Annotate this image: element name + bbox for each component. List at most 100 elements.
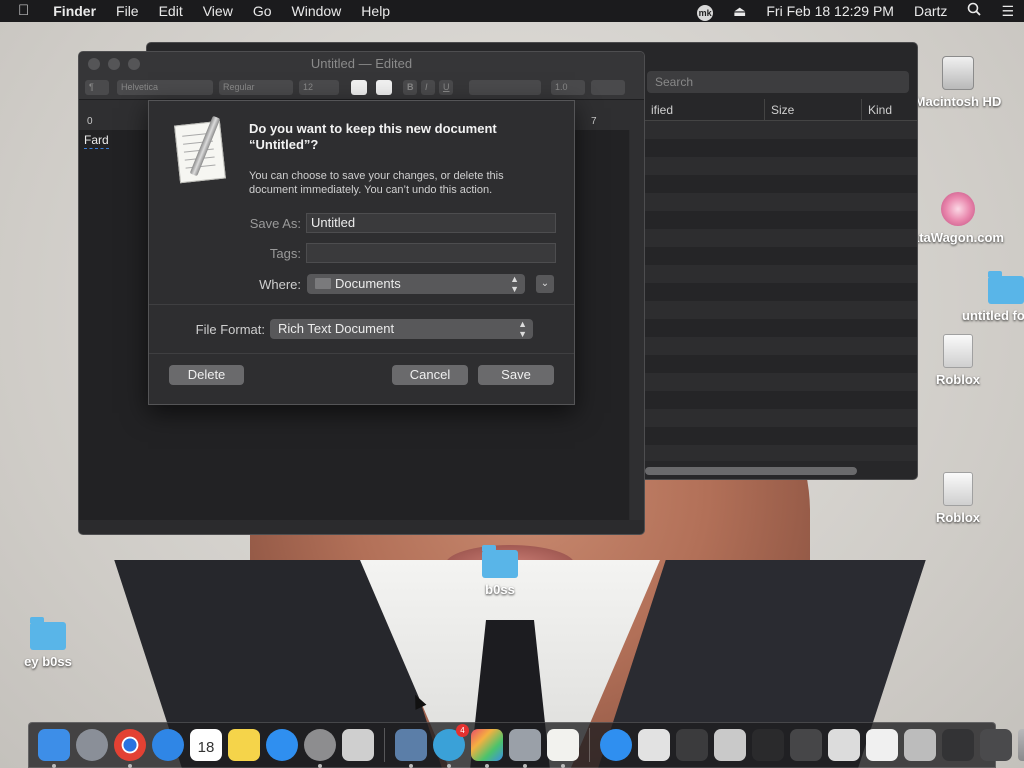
system-preferences-icon[interactable] <box>304 729 336 768</box>
launchpad-icon[interactable] <box>76 729 108 761</box>
save-changes-sheet: Do you want to keep this new document “U… <box>148 100 575 405</box>
calendar-icon[interactable]: 18 <box>190 729 222 761</box>
window-thumb-icon[interactable] <box>790 729 822 761</box>
alignment-buttons[interactable] <box>469 80 541 95</box>
menu-edit[interactable]: Edit <box>149 0 193 22</box>
spotlight-search-icon[interactable] <box>957 0 991 22</box>
background-color-well[interactable] <box>376 80 392 95</box>
file-format-value: Rich Text Document <box>278 321 395 336</box>
mk-app-icon[interactable]: 4 <box>433 724 469 768</box>
text-color-well[interactable] <box>351 80 367 95</box>
italic-button[interactable]: I <box>421 80 435 95</box>
notification-badge: 4 <box>456 724 469 737</box>
photo-thumb-icon[interactable] <box>714 729 746 761</box>
menu-file[interactable]: File <box>106 0 149 22</box>
drive-icon <box>943 334 973 368</box>
finder-file-list[interactable] <box>645 121 917 461</box>
notification-center-icon[interactable]: ☰ <box>991 0 1024 22</box>
tags-field[interactable] <box>306 243 556 263</box>
chrome-icon[interactable] <box>114 729 146 768</box>
menu-view[interactable]: View <box>193 0 243 22</box>
window-thumb-icon[interactable] <box>752 729 784 761</box>
running-indicator <box>128 764 132 768</box>
sheet-description: You can choose to save your changes, or … <box>249 170 504 196</box>
window-thumb-icon[interactable] <box>828 729 860 761</box>
window-thumb-icon[interactable] <box>980 729 1012 761</box>
safari-icon[interactable] <box>152 729 184 761</box>
desktop-icon-b0ss[interactable]: b0ss <box>440 545 560 597</box>
color-picker-icon[interactable] <box>471 729 503 768</box>
dock-separator <box>589 728 590 762</box>
font-family-popup[interactable]: Helvetica <box>117 80 213 95</box>
menu-user[interactable]: Dartz <box>904 0 957 22</box>
where-popup[interactable]: Documents ▲ ▼ <box>307 274 525 294</box>
window-thumb-icon[interactable] <box>676 729 708 761</box>
save-as-field[interactable]: Untitled <box>306 213 556 233</box>
finder-horizontal-scrollbar[interactable] <box>645 467 857 475</box>
textedit-vertical-scrollbar[interactable] <box>630 130 644 520</box>
menu-window[interactable]: Window <box>282 0 352 22</box>
delete-button[interactable]: Delete <box>169 365 244 385</box>
desktop-icon-ey-b0ss[interactable]: ey b0ss <box>0 617 108 669</box>
menu-app-name[interactable]: Finder <box>43 0 106 22</box>
bold-button[interactable]: B <box>403 80 417 95</box>
underline-button[interactable]: U <box>439 80 453 95</box>
column-size[interactable]: Size <box>765 99 862 120</box>
menu-help[interactable]: Help <box>351 0 400 22</box>
notes-icon[interactable] <box>228 729 260 761</box>
mk-status-icon[interactable]: mk <box>687 0 723 22</box>
folder-icon <box>315 278 331 289</box>
running-indicator <box>447 764 451 768</box>
menu-clock[interactable]: Fri Feb 18 12:29 PM <box>756 0 904 22</box>
textedit-icon[interactable] <box>547 729 579 768</box>
file-format-popup[interactable]: Rich Text Document ▲ ▼ <box>270 319 533 339</box>
apple-menu-icon[interactable]:  <box>0 0 43 22</box>
mk-badge: mk <box>697 5 714 21</box>
desktop-icon-label: b0ss <box>485 582 515 597</box>
folder-icon <box>30 617 66 650</box>
document-thumb-icon[interactable] <box>638 729 670 761</box>
folder-icon <box>482 545 518 578</box>
column-date-modified[interactable]: ified <box>645 99 765 120</box>
list-bullets-popup[interactable] <box>591 80 625 95</box>
running-indicator <box>485 764 489 768</box>
desktop-icon-roblox-2[interactable]: Roblox <box>898 472 1018 525</box>
column-kind[interactable]: Kind <box>862 99 917 120</box>
window-thumb-icon[interactable] <box>904 729 936 761</box>
line-spacing-popup[interactable]: 1.0 <box>551 80 585 95</box>
eject-icon[interactable]: ⏏ <box>723 0 756 22</box>
app-store-icon[interactable] <box>266 729 298 761</box>
desktop-icon-untitled-folder[interactable]: untitled fo <box>946 271 1024 323</box>
tags-label: Tags: <box>269 246 301 261</box>
document-text[interactable]: Fard <box>84 133 109 149</box>
roblox-icon[interactable] <box>342 729 374 761</box>
preview-icon[interactable] <box>395 729 427 768</box>
textedit-titlebar[interactable]: Untitled — Edited <box>79 52 644 76</box>
utilities-icon[interactable] <box>509 729 541 768</box>
font-style-popup[interactable]: Regular <box>219 80 293 95</box>
hard-drive-icon <box>942 56 974 90</box>
paragraph-styles-popup[interactable]: ¶ <box>85 80 109 95</box>
window-thumb-icon[interactable] <box>866 729 898 761</box>
finder-icon[interactable] <box>38 729 70 768</box>
trash-icon[interactable] <box>1018 729 1024 761</box>
save-button[interactable]: Save <box>478 365 554 385</box>
font-size-popup[interactable]: 12 <box>299 80 339 95</box>
cancel-button[interactable]: Cancel <box>392 365 468 385</box>
window-title: Untitled — Edited <box>310 56 413 71</box>
running-indicator <box>409 764 413 768</box>
webloc-icon <box>941 192 975 226</box>
desktop-icon-label: untitled fo <box>962 308 1024 323</box>
expand-browser-button[interactable]: ⌄ <box>536 275 554 293</box>
updown-arrows-icon: ▲ ▼ <box>510 274 519 294</box>
dock: 18 4 <box>28 722 1024 768</box>
finder-column-headers: ified Size Kind <box>645 99 917 121</box>
finder-search-field[interactable]: Search <box>647 71 909 93</box>
desktop-icon-label: ey b0ss <box>24 654 72 669</box>
window-thumb-icon[interactable] <box>942 729 974 761</box>
running-indicator <box>523 764 527 768</box>
file-format-label: File Format: <box>195 322 265 337</box>
ruler-start-mark: 0 <box>87 116 93 127</box>
menu-go[interactable]: Go <box>243 0 282 22</box>
app-store-folder-icon[interactable] <box>600 729 632 761</box>
